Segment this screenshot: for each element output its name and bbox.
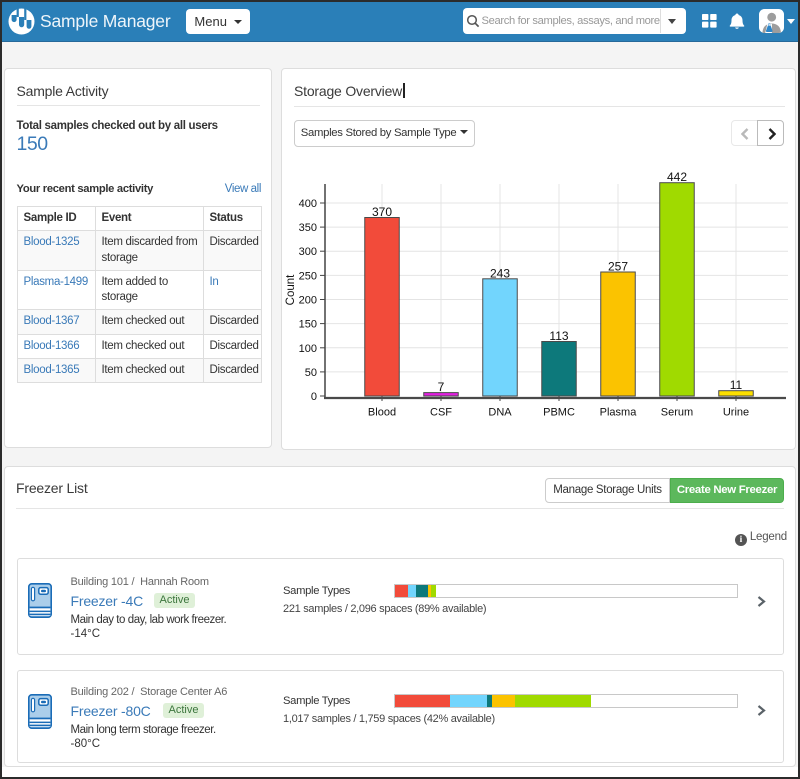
- svg-text:300: 300: [299, 246, 317, 258]
- svg-text:100: 100: [299, 343, 317, 355]
- svg-text:Count: Count: [285, 274, 297, 305]
- svg-text:243: 243: [490, 266, 510, 280]
- svg-text:11: 11: [730, 378, 743, 392]
- svg-text:Plasma: Plasma: [600, 407, 638, 419]
- svg-text:CSF: CSF: [430, 407, 452, 419]
- svg-text:7: 7: [438, 380, 445, 394]
- svg-text:0: 0: [311, 391, 317, 403]
- svg-text:350: 350: [299, 222, 317, 234]
- svg-text:50: 50: [305, 367, 317, 379]
- svg-text:250: 250: [299, 270, 317, 282]
- svg-text:Serum: Serum: [661, 407, 693, 419]
- svg-text:Blood: Blood: [368, 407, 396, 419]
- svg-text:257: 257: [608, 260, 628, 274]
- svg-text:370: 370: [372, 205, 392, 219]
- svg-text:DNA: DNA: [488, 407, 512, 419]
- svg-text:Urine: Urine: [723, 407, 749, 419]
- svg-text:200: 200: [299, 295, 317, 307]
- svg-text:PBMC: PBMC: [543, 407, 575, 419]
- svg-text:442: 442: [667, 170, 687, 184]
- svg-text:150: 150: [299, 319, 317, 331]
- svg-text:400: 400: [299, 198, 317, 210]
- svg-text:113: 113: [549, 329, 568, 343]
